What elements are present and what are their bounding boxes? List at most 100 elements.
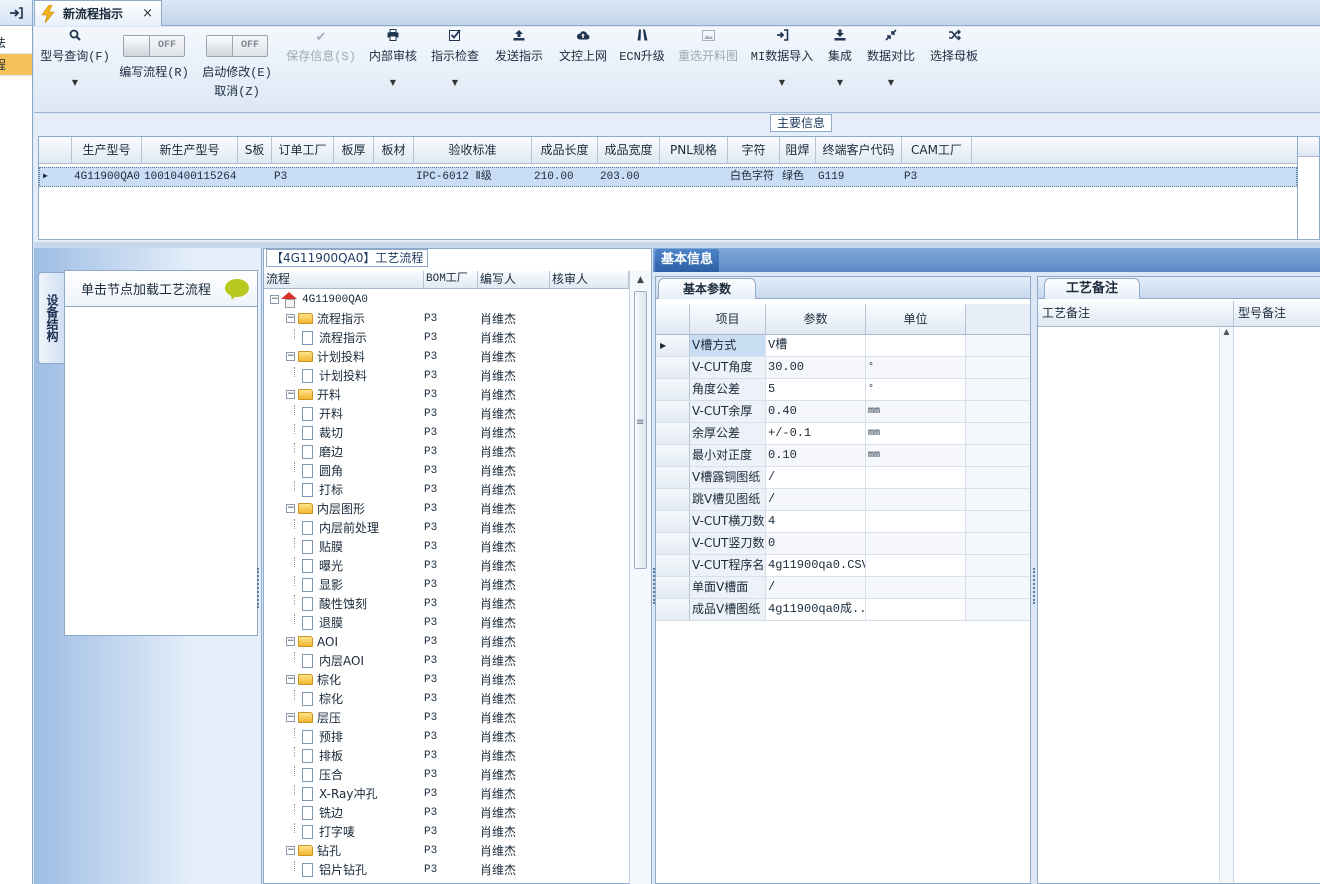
internal-review-button[interactable]: 内部审核 ▼	[366, 27, 420, 87]
col-bom-factory[interactable]: BOM工厂	[424, 271, 478, 288]
tree-node[interactable]: X-Ray冲孔 P3 肖维杰	[264, 784, 629, 803]
collapse-icon[interactable]: −	[286, 504, 295, 513]
column-header[interactable]: S板	[238, 137, 272, 163]
col-writer[interactable]: 编写人	[478, 271, 550, 288]
column-header[interactable]: 终端客户代码	[816, 137, 902, 163]
tab-process-notes[interactable]: 工艺备注	[1044, 278, 1140, 299]
param-value[interactable]: V槽	[766, 335, 866, 356]
tree-node[interactable]: 流程指示 P3 肖维杰	[264, 328, 629, 347]
column-header[interactable]: PNL规格	[660, 137, 728, 163]
param-row[interactable]: 余厚公差 +/-0.1 mm	[656, 423, 1030, 445]
chevron-down-icon[interactable]: ▼	[822, 78, 858, 87]
tree-node[interactable]: 内层前处理 P3 肖维杰	[264, 518, 629, 537]
table-cell[interactable]: P3	[903, 168, 973, 186]
rail-item-0[interactable]: 法	[0, 32, 32, 54]
param-unit[interactable]: °	[866, 357, 966, 378]
collapse-icon[interactable]: −	[286, 713, 295, 722]
param-value[interactable]: 0	[766, 533, 866, 554]
table-cell[interactable]	[375, 168, 415, 186]
start-modify-toggle[interactable]: OFF	[206, 35, 268, 57]
column-header[interactable]: 成品长度	[532, 137, 598, 163]
column-header[interactable]: CAM工厂	[902, 137, 972, 163]
chevron-down-icon[interactable]: ▼	[750, 78, 814, 87]
tree-node[interactable]: 铣边 P3 肖维杰	[264, 803, 629, 822]
save-info-button[interactable]: ✔ 保存信息(S)	[284, 27, 358, 64]
tree-node[interactable]: − 开料 P3 肖维杰	[264, 385, 629, 404]
tree-node[interactable]: 棕化 P3 肖维杰	[264, 689, 629, 708]
tree-node[interactable]: − AOI P3 肖维杰	[264, 632, 629, 651]
login-arrow-icon[interactable]	[9, 6, 23, 19]
scroll-up-icon[interactable]: ▲	[630, 271, 651, 289]
table-cell[interactable]: 203.00	[599, 168, 661, 186]
edit-flow-control[interactable]: OFF 编写流程(R)	[116, 27, 192, 80]
tab-basic-info[interactable]: 基本信息	[655, 249, 720, 272]
column-header[interactable]: 订单工厂	[272, 137, 334, 163]
model-notes-field[interactable]	[1234, 327, 1320, 883]
upload-doc-button[interactable]: 文控上网	[554, 27, 612, 64]
column-header[interactable]: 阻焊	[780, 137, 816, 163]
table-cell[interactable]	[239, 168, 273, 186]
cancel-label[interactable]: 取消(Z)	[200, 82, 274, 99]
tree-node[interactable]: 打标 P3 肖维杰	[264, 480, 629, 499]
tree-node[interactable]: 铝片钻孔 P3 肖维杰	[264, 860, 629, 879]
param-value[interactable]: 4g11900qa0.CSV	[766, 555, 866, 576]
param-unit[interactable]: mm	[866, 401, 966, 422]
process-scrollbar[interactable]: ▲	[629, 271, 651, 884]
col-unit[interactable]: 单位	[866, 304, 966, 334]
table-cell[interactable]: 10010400115264	[143, 168, 239, 186]
table-cell[interactable]	[335, 168, 375, 186]
process-notes-field[interactable]: ▲	[1038, 327, 1234, 883]
chevron-down-icon[interactable]: ▼	[366, 78, 420, 87]
tree-node[interactable]: 预排 P3 肖维杰	[264, 727, 629, 746]
column-header[interactable]: 板厚	[334, 137, 374, 163]
param-unit[interactable]: mm	[866, 445, 966, 466]
param-row[interactable]: V-CUT余厚 0.40 mm	[656, 401, 1030, 423]
tree-node[interactable]: 显影 P3 肖维杰	[264, 575, 629, 594]
param-row[interactable]: 最小对正度 0.10 mm	[656, 445, 1030, 467]
integrate-button[interactable]: 集成 ▼	[822, 27, 858, 87]
param-unit[interactable]	[866, 489, 966, 510]
col-item[interactable]: 项目	[690, 304, 766, 334]
scroll-thumb[interactable]	[634, 291, 647, 569]
tree-node[interactable]: 贴膜 P3 肖维杰	[264, 537, 629, 556]
column-header[interactable]: 板材	[374, 137, 414, 163]
select-master-button[interactable]: 选择母板	[926, 27, 982, 64]
ecn-upgrade-button[interactable]: ECN升级	[618, 27, 666, 64]
param-value[interactable]: /	[766, 577, 866, 598]
collapse-icon[interactable]: −	[286, 846, 295, 855]
send-instruction-button[interactable]: 发送指示	[490, 27, 548, 64]
param-row[interactable]: V-CUT竖刀数 0	[656, 533, 1030, 555]
table-cell[interactable]: 白色字符	[729, 168, 781, 186]
param-value[interactable]: 4	[766, 511, 866, 532]
edit-flow-toggle[interactable]: OFF	[123, 35, 185, 57]
param-value[interactable]: 5	[766, 379, 866, 400]
tree-root[interactable]: − 4G11900QA0	[264, 290, 629, 309]
tree-node[interactable]: 裁切 P3 肖维杰	[264, 423, 629, 442]
collapse-icon[interactable]: −	[286, 314, 295, 323]
param-unit[interactable]	[866, 335, 966, 356]
tree-node[interactable]: 磨边 P3 肖维杰	[264, 442, 629, 461]
table-cell[interactable]: P3	[273, 168, 335, 186]
tree-node[interactable]: 打字唛 P3 肖维杰	[264, 822, 629, 841]
model-query-button[interactable]: 型号查询(F) ▼	[40, 27, 110, 87]
data-compare-button[interactable]: 数据对比 ▼	[864, 27, 918, 87]
col-param[interactable]: 参数	[766, 304, 866, 334]
param-value[interactable]: +/-0.1	[766, 423, 866, 444]
collapse-icon[interactable]: −	[286, 352, 295, 361]
tab-equipment-structure[interactable]: 设备结构	[38, 272, 64, 364]
chevron-down-icon[interactable]: ▼	[428, 78, 482, 87]
tree-node[interactable]: 内层AOI P3 肖维杰	[264, 651, 629, 670]
tree-node[interactable]: − 流程指示 P3 肖维杰	[264, 309, 629, 328]
param-unit[interactable]: mm	[866, 423, 966, 444]
param-value[interactable]: 0.40	[766, 401, 866, 422]
column-header[interactable]: 字符	[728, 137, 780, 163]
collapse-icon[interactable]: −	[270, 295, 279, 304]
param-unit[interactable]	[866, 599, 966, 620]
instruction-check-button[interactable]: 指示检查 ▼	[428, 27, 482, 87]
col-flow[interactable]: 流程	[264, 271, 424, 288]
tree-node[interactable]: 曝光 P3 肖维杰	[264, 556, 629, 575]
tree-node[interactable]: 圆角 P3 肖维杰	[264, 461, 629, 480]
param-row[interactable]: V槽露铜图纸 /	[656, 467, 1030, 489]
tree-node[interactable]: 排板 P3 肖维杰	[264, 746, 629, 765]
param-unit[interactable]: °	[866, 379, 966, 400]
